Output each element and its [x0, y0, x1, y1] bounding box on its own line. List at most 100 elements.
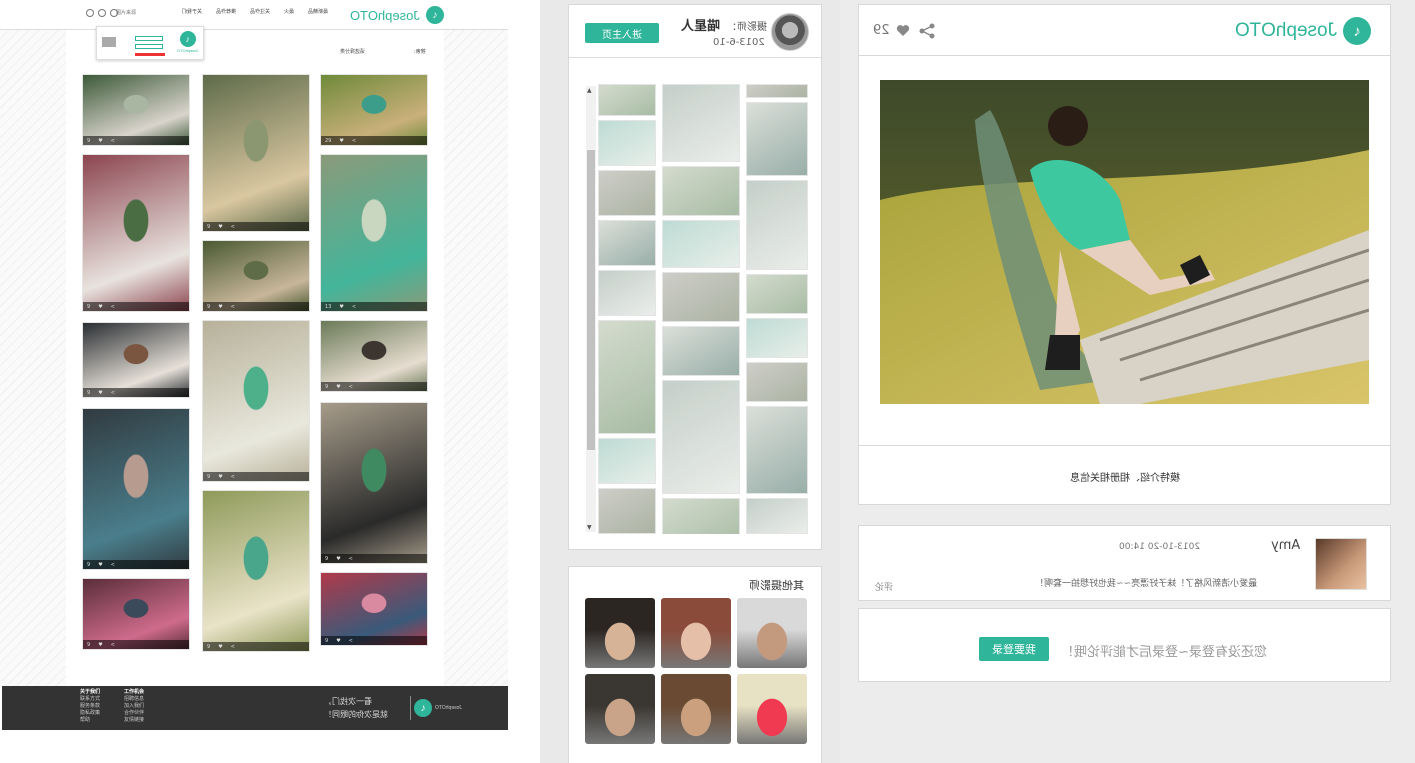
gallery-photo-12[interactable]: 9 ♥ <	[320, 402, 428, 564]
site-logo[interactable]: JosephOTO ♪	[350, 6, 444, 24]
share-icon[interactable]	[919, 23, 935, 39]
share-icon[interactable]: <	[352, 138, 356, 144]
album-thumbnail[interactable]	[746, 406, 808, 494]
album-thumbnail[interactable]	[662, 326, 740, 376]
photographer-thumb-4[interactable]	[585, 674, 655, 744]
scroll-down-arrow-icon[interactable]: ▼	[587, 524, 592, 531]
album-thumbnail[interactable]	[598, 270, 656, 316]
photographer-thumb-2[interactable]	[661, 598, 731, 668]
heart-icon[interactable]: ♥	[218, 474, 222, 480]
share-icon[interactable]: <	[111, 642, 115, 648]
main-photo[interactable]	[880, 80, 1369, 404]
gallery-photo-3[interactable]: 29 ♥ <	[320, 74, 428, 146]
reply-link[interactable]: 评论	[875, 580, 893, 593]
share-icon[interactable]: <	[352, 304, 356, 310]
footer-link[interactable]: 加入我们	[124, 703, 144, 710]
heart-icon[interactable]: ♥	[98, 138, 102, 144]
album-thumbnail[interactable]	[662, 166, 740, 216]
heart-icon[interactable]: ♥	[336, 384, 340, 390]
nav-item-1[interactable]: 推荐作品	[216, 8, 236, 15]
share-icon[interactable]: <	[349, 384, 353, 390]
gallery-photo-1[interactable]: 9 ♥ <	[82, 74, 190, 146]
scroll-thumb[interactable]	[587, 150, 595, 450]
heart-icon[interactable]: ♥	[98, 642, 102, 648]
commenter-avatar[interactable]	[1315, 538, 1367, 590]
heart-icon[interactable]: ♥	[336, 556, 340, 562]
nav-item-0[interactable]: 关于我们	[182, 8, 202, 15]
photographer-thumb-5[interactable]	[661, 674, 731, 744]
heart-icon[interactable]: ♥	[98, 562, 102, 568]
footer-link[interactable]: 友情链接	[124, 717, 144, 724]
password-input[interactable]	[135, 44, 163, 49]
footer-link[interactable]: 隐私政策	[80, 710, 100, 717]
nav-item-3[interactable]: 最火	[284, 8, 294, 15]
scroll-up-arrow-icon[interactable]: ▲	[587, 87, 592, 94]
album-thumbnail[interactable]	[662, 498, 740, 534]
share-icon[interactable]: <	[231, 304, 235, 310]
album-thumbnail[interactable]	[746, 498, 808, 534]
heart-icon[interactable]: ♥	[339, 138, 343, 144]
photographer-thumb-1[interactable]	[585, 598, 655, 668]
album-thumbnail[interactable]	[746, 102, 808, 176]
gallery-photo-6[interactable]: 13 ♥ <	[320, 154, 428, 312]
footer-link[interactable]: 联系方式	[80, 696, 100, 703]
enter-homepage-button[interactable]: 进入主页	[585, 23, 659, 43]
gallery-photo-7[interactable]: 9 ♥ <	[82, 322, 190, 398]
gallery-photo-13[interactable]: 9 ♥ <	[82, 578, 190, 650]
album-thumbnail[interactable]	[662, 272, 740, 322]
album-thumbnail[interactable]	[746, 180, 808, 270]
album-thumbnail[interactable]	[598, 120, 656, 166]
nav-item-2[interactable]: 关注作品	[250, 8, 270, 15]
share-icon[interactable]: <	[111, 138, 115, 144]
footer-link[interactable]: 服务条款	[80, 703, 100, 710]
gallery-photo-14[interactable]: 9 ♥ <	[320, 572, 428, 646]
heart-icon[interactable]: ♥	[339, 304, 343, 310]
username-input[interactable]	[135, 36, 163, 41]
share-icon[interactable]: <	[111, 562, 115, 568]
album-thumbnail[interactable]	[662, 380, 740, 494]
detail-logo[interactable]: JosephOTO ♪	[1235, 17, 1372, 45]
album-thumbnail[interactable]	[746, 362, 808, 402]
album-thumbnail[interactable]	[598, 170, 656, 216]
nav-item-4[interactable]: 最新精品	[308, 8, 328, 15]
share-icon[interactable]: <	[111, 390, 115, 396]
thumb-scrollbar[interactable]: ▲ ▼	[586, 86, 596, 532]
login-submit-button[interactable]	[102, 37, 116, 47]
album-thumbnail[interactable]	[746, 84, 808, 98]
gallery-photo-2[interactable]: 9 ♥ <	[202, 74, 310, 232]
share-icon[interactable]: <	[349, 638, 353, 644]
share-icon[interactable]: <	[231, 474, 235, 480]
album-thumbnail[interactable]	[598, 438, 656, 484]
heart-icon[interactable]: ♥	[218, 644, 222, 650]
share-icon[interactable]: <	[111, 304, 115, 310]
settings-icon[interactable]	[98, 9, 106, 17]
footer-link[interactable]: 招聘信息	[124, 696, 144, 703]
album-thumbnail[interactable]	[598, 488, 656, 534]
comment-user[interactable]: Amy	[1271, 538, 1300, 553]
footer-link[interactable]: 合作伙伴	[124, 710, 144, 717]
user-icon[interactable]	[86, 9, 94, 17]
gallery-photo-9[interactable]: 9 ♥ <	[320, 320, 428, 392]
gallery-photo-8[interactable]: 9 ♥ <	[202, 320, 310, 482]
share-icon[interactable]: <	[349, 556, 353, 562]
gallery-photo-11[interactable]: 9 ♥ <	[202, 490, 310, 652]
footer-link[interactable]: 帮助	[80, 717, 100, 724]
gallery-photo-10[interactable]: 9 ♥ <	[82, 408, 190, 570]
photographer-thumb-3[interactable]	[737, 598, 807, 668]
share-icon[interactable]: <	[231, 644, 235, 650]
photographer-avatar[interactable]	[771, 13, 809, 51]
share-icon[interactable]: <	[231, 224, 235, 230]
album-thumbnail[interactable]	[746, 274, 808, 314]
album-thumbnail[interactable]	[662, 220, 740, 268]
heart-icon[interactable]: ♥	[218, 224, 222, 230]
heart-icon[interactable]: ♥	[336, 638, 340, 644]
album-thumbnail[interactable]	[598, 220, 656, 266]
album-thumbnail[interactable]	[598, 84, 656, 116]
heart-icon[interactable]: ♥	[218, 304, 222, 310]
heart-icon[interactable]: ♥	[98, 304, 102, 310]
gallery-photo-5[interactable]: 9 ♥ <	[202, 240, 310, 312]
album-thumbnail[interactable]	[746, 318, 808, 358]
like-counter[interactable]: 29	[873, 23, 910, 38]
photographer-thumb-6[interactable]	[737, 674, 807, 744]
heart-icon[interactable]: ♥	[98, 390, 102, 396]
